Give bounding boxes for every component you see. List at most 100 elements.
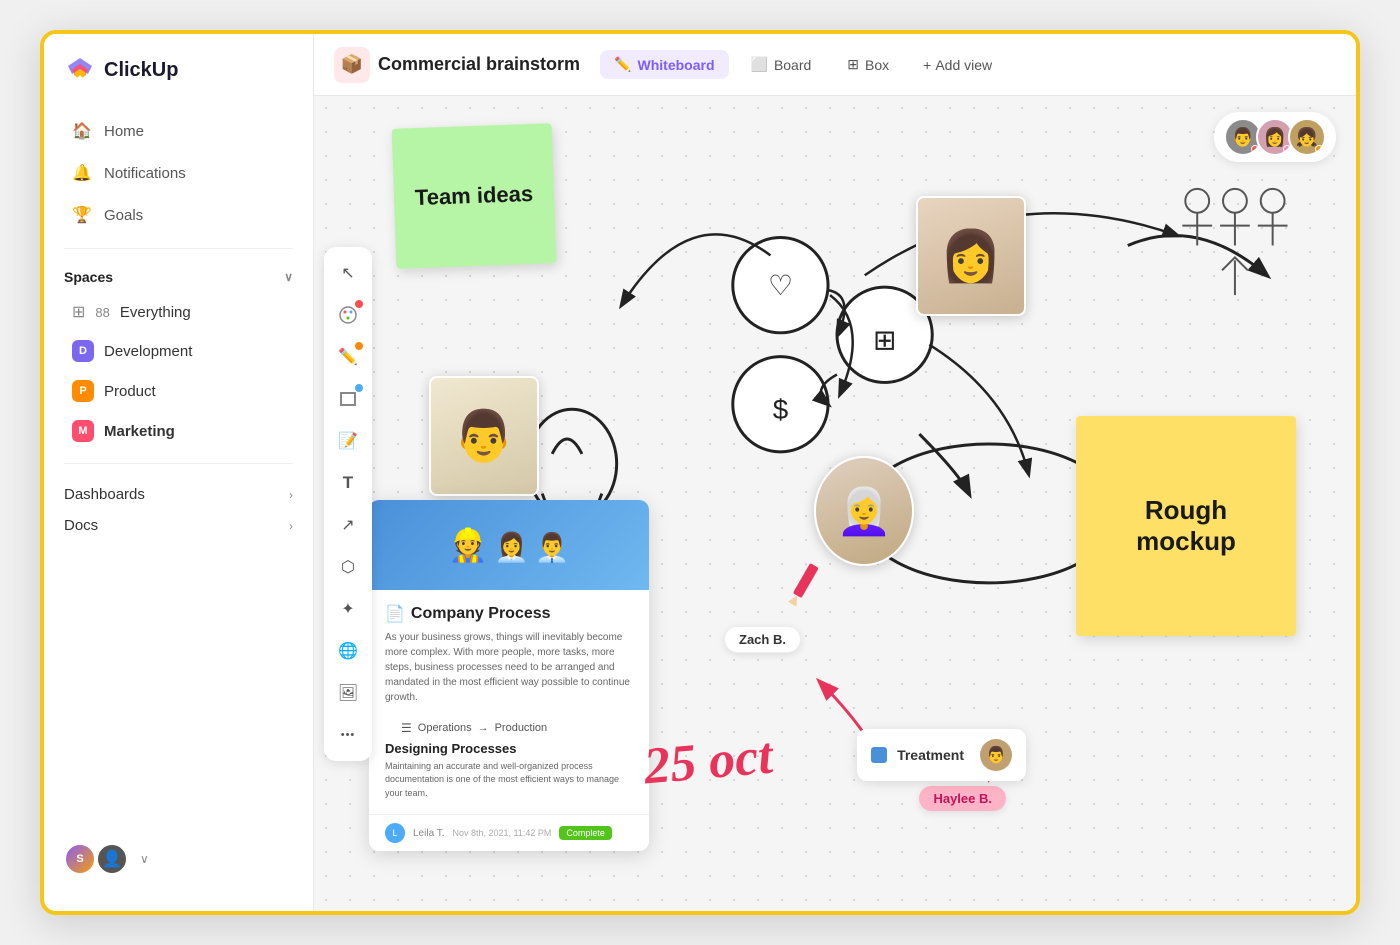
note-icon: 📝 <box>338 431 358 451</box>
network-tool[interactable]: ⬡ <box>330 549 366 585</box>
doc-section-desc: Maintaining an accurate and well-organiz… <box>385 760 633 801</box>
document-card[interactable]: 👷 👩‍💼 👨‍💼 📄 Company Process As your busi… <box>369 500 649 852</box>
avatar-user-3: 👧 <box>1288 118 1326 156</box>
date-annotation: 25 oct <box>642 727 775 797</box>
more-tools[interactable]: ••• <box>330 717 366 753</box>
note-tool[interactable]: 📝 <box>330 423 366 459</box>
palette-tool[interactable] <box>330 297 366 333</box>
plus-icon: + <box>923 57 931 73</box>
cursor-tool[interactable]: ↖ <box>330 255 366 291</box>
user-avatar-group: 👨 👩 👧 <box>1214 112 1336 162</box>
doc-flow-to: Production <box>495 722 548 734</box>
sticky-green-text: Team ideas <box>414 181 533 211</box>
divider <box>64 248 293 249</box>
pen-tool[interactable]: ✏️ <box>330 339 366 375</box>
rectangle-tool[interactable] <box>330 381 366 417</box>
tab-whiteboard[interactable]: ✏️ Whiteboard <box>600 50 728 79</box>
treatment-label: Treatment <box>897 747 964 763</box>
board-tab-icon: ⬜ <box>751 56 768 73</box>
network-icon: ⬡ <box>341 557 355 577</box>
sidebar-item-marketing[interactable]: M Marketing <box>52 412 305 450</box>
arrow-icon: ↗ <box>341 515 354 535</box>
doc-flow: ☰ Operations → Production <box>385 715 633 741</box>
nav-dashboards[interactable]: Dashboards › <box>44 476 313 507</box>
spaces-label: Spaces <box>64 269 113 285</box>
chevron-down-icon: ∨ <box>140 852 149 866</box>
photo-woman-center: 👩‍🦳 <box>814 456 914 566</box>
doc-status-badge: Complete <box>559 826 612 840</box>
whiteboard-tab-label: Whiteboard <box>638 57 715 73</box>
chevron-icon: ∨ <box>284 270 293 284</box>
doc-body: 📄 Company Process As your business grows… <box>369 590 649 815</box>
grid-icon: ⊞ <box>72 302 85 322</box>
board-tab-label: Board <box>774 57 811 73</box>
treatment-avatar: 👨 <box>980 739 1012 771</box>
spaces-header[interactable]: Spaces ∨ <box>44 261 313 293</box>
marketing-label: Marketing <box>104 423 175 440</box>
svg-text:$: $ <box>773 394 788 425</box>
marketing-badge: M <box>72 420 94 442</box>
doc-flow-from: Operations <box>418 722 472 734</box>
everything-label: Everything <box>120 304 191 321</box>
user-label-haylee: Haylee B. <box>919 786 1006 811</box>
sticky-note-yellow: Rough mockup <box>1076 416 1296 636</box>
text-icon: T <box>343 473 353 493</box>
treatment-card: Treatment 👨 <box>857 729 1026 781</box>
project-icon: 📦 <box>334 47 370 83</box>
doc-title: 📄 Company Process <box>385 604 633 624</box>
nav-notifications[interactable]: 🔔 Notifications <box>52 153 305 193</box>
bell-icon: 🔔 <box>72 163 92 183</box>
doc-footer: L Leila T. Nov 8th, 2021, 11:42 PM Compl… <box>369 814 649 851</box>
svg-text:⊞: ⊞ <box>873 325 896 356</box>
zach-name: Zach B. <box>739 632 786 647</box>
rect-icon <box>340 392 356 406</box>
development-badge: D <box>72 340 94 362</box>
treatment-color <box>871 747 887 763</box>
whiteboard-tab-icon: ✏️ <box>614 56 631 73</box>
star-icon: ✦ <box>341 599 354 619</box>
sidebar-item-everything[interactable]: ⊞ 88 Everything <box>52 294 305 330</box>
development-label: Development <box>104 343 192 360</box>
globe-tool[interactable]: 🌐 <box>330 633 366 669</box>
main-content: 📦 Commercial brainstorm ✏️ Whiteboard ⬜ … <box>314 34 1356 911</box>
docs-label: Docs <box>64 517 98 534</box>
doc-user-name: Leila T. <box>413 828 445 839</box>
nav-goals[interactable]: 🏆 Goals <box>52 195 305 235</box>
doc-icon: 📄 <box>385 604 405 624</box>
globe-icon: 🌐 <box>338 641 358 661</box>
tab-box[interactable]: ⊞ Box <box>833 50 903 79</box>
clickup-logo-icon <box>64 54 96 86</box>
nav-docs[interactable]: Docs › <box>44 507 313 538</box>
nav-notifications-label: Notifications <box>104 165 186 182</box>
sidebar-item-development[interactable]: D Development <box>52 332 305 370</box>
dashboards-label: Dashboards <box>64 486 145 503</box>
nav-goals-label: Goals <box>104 207 143 224</box>
topbar: 📦 Commercial brainstorm ✏️ Whiteboard ⬜ … <box>314 34 1356 96</box>
app-frame: ClickUp 🏠 Home 🔔 Notifications 🏆 Goals S… <box>40 30 1360 915</box>
avatar-user2: 👤 <box>96 843 128 875</box>
nav-home[interactable]: 🏠 Home <box>52 111 305 151</box>
text-tool[interactable]: T <box>330 465 366 501</box>
sticky-yellow-text: Rough mockup <box>1094 495 1278 557</box>
trophy-icon: 🏆 <box>72 205 92 225</box>
project-title: Commercial brainstorm <box>378 54 580 75</box>
image-tool[interactable]: 🖼 <box>330 675 366 711</box>
star-tool[interactable]: ✦ <box>330 591 366 627</box>
home-icon: 🏠 <box>72 121 92 141</box>
arrow-tool[interactable]: ↗ <box>330 507 366 543</box>
chevron-right-icon: › <box>289 488 293 502</box>
product-label: Product <box>104 383 156 400</box>
doc-date: Nov 8th, 2021, 11:42 PM <box>453 828 552 838</box>
everything-count: 88 <box>95 305 109 320</box>
logo-area: ClickUp <box>44 54 313 110</box>
doc-user-avatar: L <box>385 823 405 843</box>
add-view-button[interactable]: + Add view <box>911 51 1004 79</box>
chevron-right-icon2: › <box>289 519 293 533</box>
haylee-name: Haylee B. <box>933 791 992 806</box>
app-name: ClickUp <box>104 59 178 82</box>
sidebar-item-product[interactable]: P Product <box>52 372 305 410</box>
whiteboard-canvas[interactable]: ↖ ✏️ 📝 T <box>314 96 1356 911</box>
tab-board[interactable]: ⬜ Board <box>737 50 826 79</box>
photo-woman-top: 👩 <box>916 196 1026 316</box>
sticky-note-green: Team ideas <box>392 123 557 268</box>
